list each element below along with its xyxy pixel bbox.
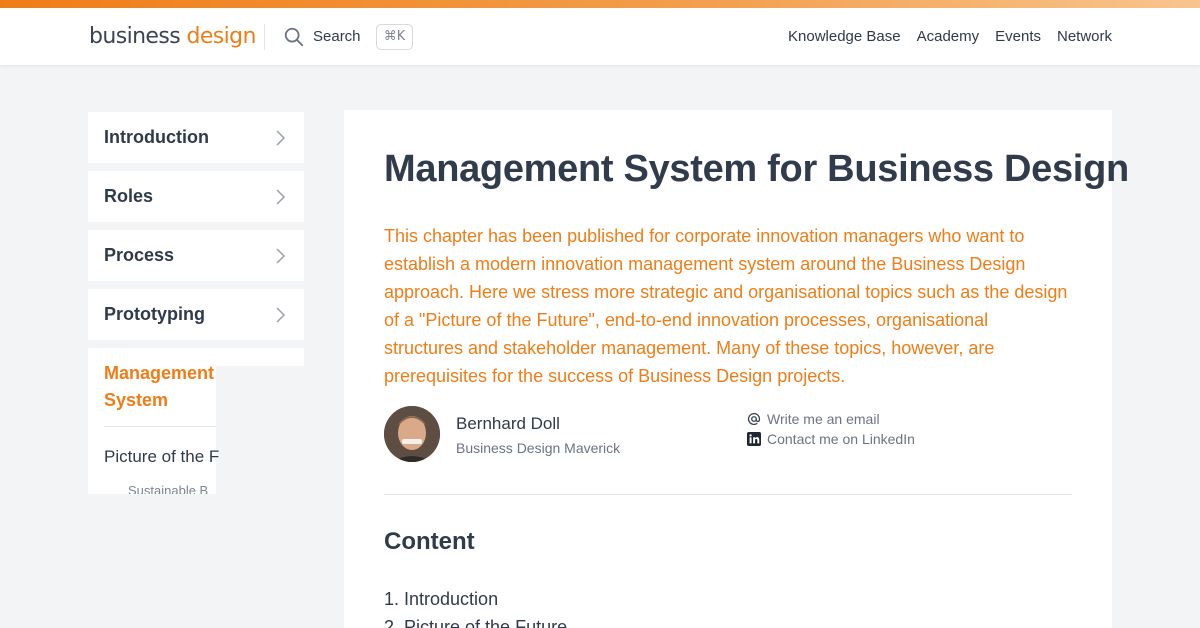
- site-header: business design Search ⌘K Knowledge Base…: [0, 8, 1200, 66]
- logo-text-business: business: [89, 24, 181, 49]
- sidebar-item-process[interactable]: Process: [88, 230, 304, 281]
- author-name: Bernhard Doll: [456, 414, 560, 433]
- avatar: [384, 406, 440, 462]
- search-icon[interactable]: [283, 26, 305, 48]
- author-role: Business Design Maverick: [456, 440, 621, 456]
- sidebar-clip: [216, 366, 304, 494]
- email-link[interactable]: Write me an email: [747, 411, 880, 427]
- sidebar-item-management-system[interactable]: Management System Picture of the F Susta…: [88, 348, 304, 494]
- section-divider: [384, 494, 1072, 495]
- toc-item[interactable]: 1. Introduction: [384, 585, 567, 613]
- article-card: Management System for Business Design Th…: [344, 110, 1129, 628]
- chevron-right-icon: [276, 306, 286, 323]
- sidebar-item-introduction[interactable]: Introduction: [88, 112, 304, 163]
- chevron-right-icon: [276, 129, 286, 146]
- linkedin-link-label: Contact me on LinkedIn: [767, 431, 915, 447]
- author-photo-icon: [384, 406, 440, 462]
- sidebar-divider: [104, 426, 216, 427]
- chevron-right-icon: [276, 188, 286, 205]
- email-link-label: Write me an email: [767, 411, 880, 427]
- nav-network[interactable]: Network: [1057, 27, 1112, 47]
- toc-item[interactable]: 2. Picture of the Future: [384, 613, 567, 628]
- header-divider: [264, 24, 265, 50]
- page-title: Management System for Business Design: [384, 148, 1129, 190]
- sidebar-item-label: Prototyping: [104, 304, 205, 324]
- sidebar-item-label: Introduction: [104, 127, 209, 147]
- chapter-sidebar: Introduction Roles Process Prototyping M…: [88, 112, 304, 494]
- logo-text-design: design: [186, 24, 257, 49]
- sidebar-subsubitem[interactable]: Sustainable B: [128, 483, 208, 494]
- nav-academy[interactable]: Academy: [917, 27, 980, 47]
- site-logo[interactable]: business design: [89, 23, 256, 51]
- sidebar-item-label: Process: [104, 245, 175, 265]
- search-button[interactable]: Search: [313, 27, 361, 47]
- sidebar-item-label: Roles: [104, 186, 154, 206]
- chevron-right-icon: [276, 247, 286, 264]
- sidebar-active-label: Management System: [104, 363, 215, 410]
- at-sign-icon: [747, 412, 761, 426]
- sidebar-item-roles[interactable]: Roles: [88, 171, 304, 222]
- main-nav: Knowledge Base Academy Events Network: [788, 27, 1112, 47]
- sidebar-item-prototyping[interactable]: Prototyping: [88, 289, 304, 340]
- content-heading: Content: [384, 528, 475, 555]
- top-accent-bar: [0, 0, 1200, 8]
- linkedin-icon: [747, 432, 761, 446]
- nav-events[interactable]: Events: [995, 27, 1041, 47]
- nav-knowledge-base[interactable]: Knowledge Base: [788, 27, 901, 47]
- search-shortcut-badge: ⌘K: [376, 24, 413, 50]
- table-of-contents: 1. Introduction 2. Picture of the Future: [384, 585, 567, 628]
- sidebar-subitem-picture-of-the-future[interactable]: Picture of the F: [104, 447, 219, 467]
- linkedin-link[interactable]: Contact me on LinkedIn: [747, 431, 915, 447]
- article-lead: This chapter has been published for corp…: [384, 226, 1068, 386]
